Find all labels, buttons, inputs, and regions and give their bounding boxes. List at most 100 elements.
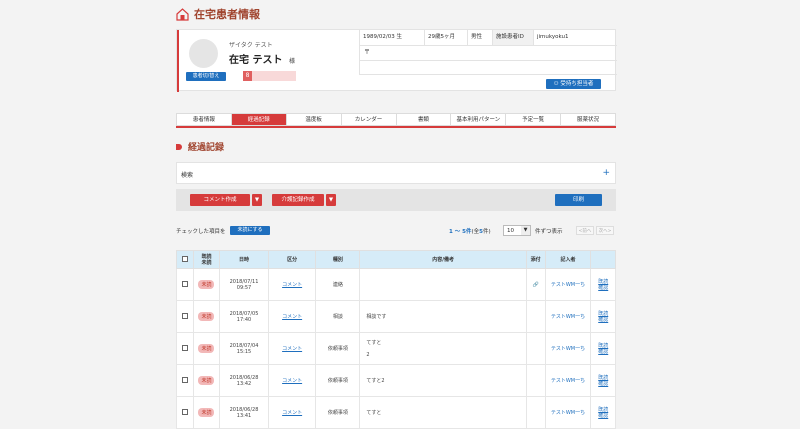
row-read-confirm-link[interactable]: 既読 確認 — [598, 407, 608, 419]
expand-plus-icon[interactable]: + — [602, 168, 610, 178]
unread-badge: 未読 — [198, 312, 215, 321]
row-attachment-cell — [525, 332, 546, 365]
page-header: 在宅患者情報 — [176, 6, 260, 22]
row-select-cell[interactable] — [176, 396, 194, 429]
row-time: 09:57 — [236, 284, 252, 291]
row-time: 13:42 — [236, 380, 252, 387]
section-title: 経過記録 — [188, 143, 225, 153]
row-category-link[interactable]: コメント — [282, 346, 302, 352]
row-checkbox[interactable] — [181, 408, 188, 415]
table-row[interactable]: 未読 2018/07/04 15:15 コメント 依頼事項 てすと 2 テストWM一ち 既読 … — [176, 332, 616, 365]
patient-tag-field — [252, 71, 296, 81]
result-range: 1 ～ 5件 — [449, 229, 472, 235]
row-category-link[interactable]: コメント — [282, 378, 302, 384]
row-select-cell[interactable] — [176, 300, 194, 333]
prev-page-button[interactable]: <前へ — [576, 226, 594, 235]
row-extra-cell: 既読 確認 — [590, 300, 616, 333]
staff-button[interactable]: ⚇ 受持ち担当者 — [546, 79, 601, 89]
per-page-value: 10 — [507, 228, 514, 234]
row-extra-cell: 既読 確認 — [590, 332, 616, 365]
row-author-cell: テストWM一ち — [544, 300, 592, 333]
comment-create-button[interactable]: コメント作成 — [190, 194, 250, 206]
table-header-row: 既読 未読 日時 区分 種別 内容/備考 添付 記入者 — [176, 250, 616, 269]
tab-patient-info[interactable]: 患者情報 — [177, 114, 232, 125]
row-author-link[interactable]: テストWM一ち — [551, 282, 585, 288]
table-row[interactable]: 未読 2018/07/05 17:40 コメント 相談 相談です テストWM一ち 既読 確認 — [176, 300, 616, 333]
search-label: 検索 — [181, 172, 194, 179]
row-category-cell: コメント — [267, 332, 317, 365]
table-row[interactable]: 未読 2018/07/11 09:57 コメント 連絡 🔗 テストWM一ち 既読 確認 — [176, 268, 616, 301]
row-extra-cell: 既読 確認 — [590, 268, 616, 301]
row-author-link[interactable]: テストWM一ち — [551, 346, 585, 352]
tab-basic-pattern[interactable]: 基本利用パターン — [451, 114, 507, 125]
unread-badge: 未読 — [198, 280, 215, 289]
switch-patient-button[interactable]: 患者切/替え — [186, 72, 226, 81]
next-page-button[interactable]: 次へ> — [596, 226, 614, 235]
comment-create-dropdown[interactable]: ▼ — [252, 194, 262, 206]
row-type: 相談 — [315, 300, 361, 333]
facility-id-value: jimukyoku1 — [533, 30, 617, 45]
row-author-link[interactable]: テストWM一ち — [551, 378, 585, 384]
row-select-cell[interactable] — [176, 364, 194, 397]
row-category-link[interactable]: コメント — [282, 314, 302, 320]
row-datetime: 2018/06/28 13:42 — [219, 364, 269, 397]
row-checkbox[interactable] — [181, 344, 188, 351]
tab-documents[interactable]: 書類 — [397, 114, 452, 125]
row-content: 相談です — [359, 300, 527, 333]
row-author-link[interactable]: テストWM一ち — [551, 410, 585, 416]
header-content: 内容/備考 — [359, 250, 527, 269]
row-author-link[interactable]: テストWM一ち — [551, 314, 585, 320]
row-read-confirm-link[interactable]: 既読 確認 — [598, 279, 608, 291]
per-page-select[interactable]: 10 ▼ — [503, 225, 531, 236]
search-panel[interactable]: 検索 + — [176, 162, 616, 184]
row-category-link[interactable]: コメント — [282, 282, 302, 288]
tab-bar: 患者情報 経過記録 温度板 カレンダー 書類 基本利用パターン 予定一覧 服薬状… — [176, 113, 616, 126]
row-category-link[interactable]: コメント — [282, 410, 302, 416]
row-read-confirm-link[interactable]: 既読 確認 — [598, 375, 608, 387]
row-attachment-cell — [525, 396, 546, 429]
row-checkbox[interactable] — [181, 312, 188, 319]
section-marker-icon — [176, 143, 182, 150]
patient-honorific: 様 — [289, 58, 296, 65]
row-select-cell[interactable] — [176, 268, 194, 301]
care-record-create-button[interactable]: 介護記録作成 — [272, 194, 324, 206]
row-author-cell: テストWM一ち — [544, 396, 592, 429]
row-checkbox[interactable] — [181, 280, 188, 287]
home-logo-icon — [176, 7, 189, 21]
header-select-all[interactable] — [176, 250, 194, 269]
patient-name: 在宅 テスト — [229, 55, 283, 66]
row-author-cell: テストWM一ち — [544, 332, 592, 365]
address-line — [359, 61, 617, 75]
row-checkbox[interactable] — [181, 376, 188, 383]
row-select-cell[interactable] — [176, 332, 194, 365]
tab-medication[interactable]: 服薬状況 — [561, 114, 615, 125]
total-suffix: 件) — [482, 229, 491, 235]
mark-unread-button[interactable]: 未読にする — [230, 226, 270, 235]
unread-badge: 未読 — [198, 344, 215, 353]
staff-button-label: 受持ち担当者 — [560, 81, 594, 87]
row-read-confirm-link[interactable]: 既読 確認 — [598, 311, 608, 323]
sex: 男性 — [467, 30, 492, 45]
patient-kana: ザイタク テスト — [229, 42, 273, 49]
row-attachment-cell — [525, 364, 546, 397]
print-button[interactable]: 印刷 — [555, 194, 602, 206]
care-record-dropdown[interactable]: ▼ — [326, 194, 336, 206]
row-content: てすと — [359, 396, 527, 429]
row-author-cell: テストWM一ち — [544, 364, 592, 397]
tab-temperature[interactable]: 温度板 — [287, 114, 342, 125]
tab-schedule[interactable]: 予定一覧 — [506, 114, 562, 125]
table-row[interactable]: 未読 2018/06/28 13:41 コメント 依頼事項 てすと テストWM一ち 既読 確認 — [176, 396, 616, 429]
attachment-link-icon[interactable]: 🔗 — [533, 282, 539, 288]
row-type: 依頼事項 — [315, 332, 361, 365]
row-read-confirm-link[interactable]: 既読 確認 — [598, 343, 608, 355]
table-row[interactable]: 未読 2018/06/28 13:42 コメント 依頼事項 てすと2 テストWM一ち 既読 確… — [176, 364, 616, 397]
unread-badge: 未読 — [198, 408, 215, 417]
row-content: てすと 2 — [359, 332, 527, 365]
tab-progress-record[interactable]: 経過記録 — [231, 114, 287, 125]
tab-calendar[interactable]: カレンダー — [342, 114, 397, 125]
section-header: 経過記録 — [176, 140, 224, 153]
patient-gender-badge: 8 — [243, 71, 252, 81]
header-author: 記入者 — [544, 250, 592, 269]
row-datetime: 2018/07/04 15:15 — [219, 332, 269, 365]
select-all-checkbox[interactable] — [181, 255, 188, 262]
